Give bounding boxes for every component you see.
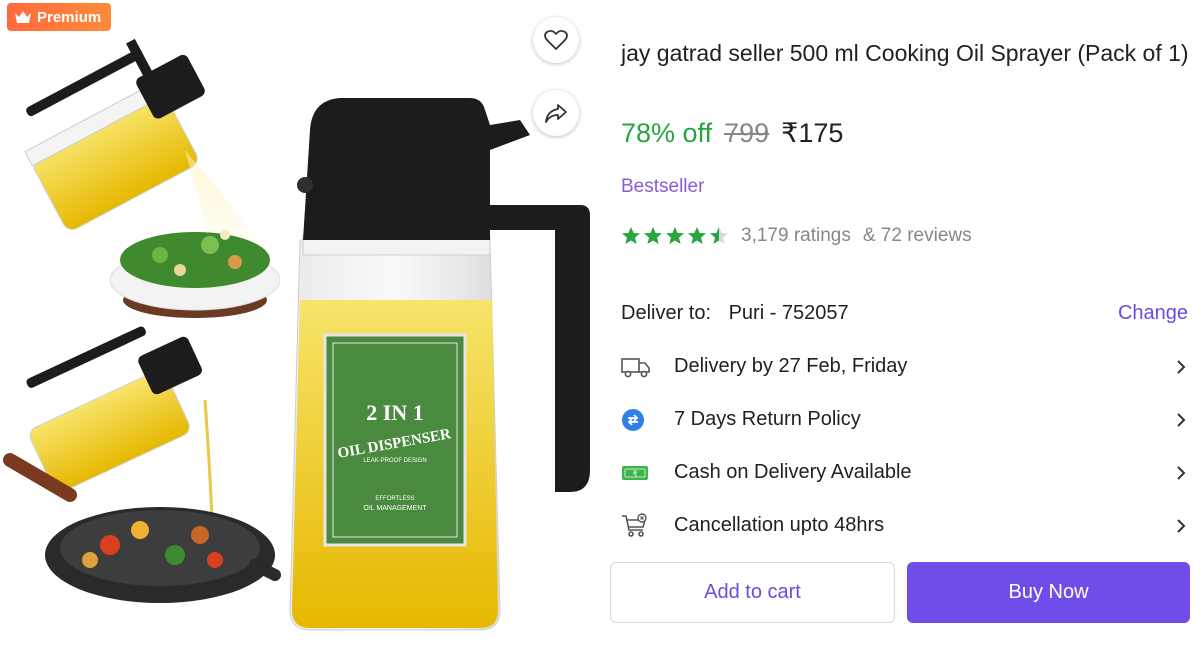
product-details: jay gatrad seller 500 ml Cooking Oil Spr… [600,0,1200,658]
premium-badge: Premium [7,3,112,31]
star-icon [688,227,706,244]
share-button[interactable] [533,90,579,136]
product-image[interactable]: 2 IN 1 OIL DISPENSER LEAK-PROOF DESIGN E… [0,0,600,658]
delivery-date-item[interactable]: Delivery by 27 Feb, Friday [621,340,1188,393]
return-policy-label: 7 Days Return Policy [674,408,861,430]
svg-text:₹: ₹ [632,469,637,478]
label-sub-text: LEAK-PROOF DESIGN [363,458,426,464]
cash-on-delivery-item[interactable]: ₹ Cash on Delivery Available [621,446,1188,499]
deliver-to-row: Deliver to: Puri - 752057 Change [621,302,1188,325]
star-icon [644,227,662,244]
delivery-location: Puri - 752057 [728,302,849,324]
selling-price: ₹175 [781,118,844,148]
cart-cancel-icon [621,512,653,540]
delivery-date-label: Delivery by 27 Feb, Friday [674,355,908,377]
premium-badge-label: Premium [37,8,102,26]
label-foot-text: EFFORTLESS [375,496,414,502]
delivery-info-list: Delivery by 27 Feb, Friday 7 Days Return… [621,340,1188,552]
return-icon [621,406,653,434]
product-image-panel: 2 IN 1 OIL DISPENSER LEAK-PROOF DESIGN E… [0,0,600,658]
heart-icon [544,29,568,50]
return-policy-item[interactable]: 7 Days Return Policy [621,393,1188,446]
cash-on-delivery-label: Cash on Delivery Available [674,461,912,483]
ratings-count: 3,179 ratings [741,225,851,246]
star-icon [622,227,640,244]
label-top-text: 2 IN 1 [366,400,423,425]
half-star-icon [710,227,728,244]
cancellation-label: Cancellation upto 48hrs [674,514,885,536]
chevron-right-icon [1177,359,1186,374]
cancellation-item[interactable]: Cancellation upto 48hrs [621,499,1188,552]
buy-now-button[interactable]: Buy Now [907,562,1190,623]
product-title: jay gatrad seller 500 ml Cooking Oil Spr… [621,40,1189,66]
rating-row[interactable]: 3,179 ratings & 72 reviews [621,225,972,247]
star-icon [666,227,684,244]
chevron-right-icon [1177,412,1186,427]
share-icon [545,104,567,123]
cash-icon: ₹ [621,459,653,487]
add-to-cart-button[interactable]: Add to cart [610,562,895,623]
change-location-button[interactable]: Change [1118,302,1188,325]
star-rating [621,226,729,246]
chevron-right-icon [1177,518,1186,533]
chevron-right-icon [1177,465,1186,480]
bestseller-tag: Bestseller [621,176,705,197]
reviews-count: & 72 reviews [862,225,972,246]
wishlist-button[interactable] [533,17,579,63]
price-row: 78% off 799 ₹175 [621,118,843,149]
label-foot2-text: OIL MANAGEMENT [363,505,427,512]
deliver-to-label: Deliver to: [621,302,712,324]
discount-percent: 78% off [621,118,713,148]
crown-icon [15,11,31,23]
truck-icon [621,353,653,381]
original-price: 799 [724,118,770,148]
